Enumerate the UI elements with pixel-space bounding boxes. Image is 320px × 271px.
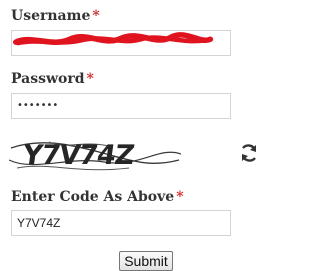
refresh-icon[interactable] [240, 143, 258, 163]
required-mark: * [86, 71, 94, 87]
password-label: Password * [11, 71, 94, 87]
username-label-text: Username [11, 8, 91, 24]
required-mark: * [92, 8, 100, 24]
password-value: ••••••• [17, 100, 59, 111]
captcha-text: Y7V74Z [20, 140, 136, 171]
captcha-code-input[interactable]: Y7V74Z [11, 210, 231, 236]
username-input[interactable] [11, 30, 231, 56]
username-label: Username * [11, 8, 100, 24]
captcha-image: Y7V74Z [9, 138, 181, 176]
password-input[interactable]: ••••••• [11, 93, 231, 119]
password-label-text: Password [11, 71, 85, 87]
required-mark: * [176, 189, 184, 205]
submit-button[interactable]: Submit [119, 251, 173, 271]
captcha-code-value: Y7V74Z [17, 216, 61, 230]
code-label: Enter Code As Above * [11, 189, 184, 205]
code-label-text: Enter Code As Above [11, 189, 175, 205]
redaction-scribble [12, 32, 214, 46]
